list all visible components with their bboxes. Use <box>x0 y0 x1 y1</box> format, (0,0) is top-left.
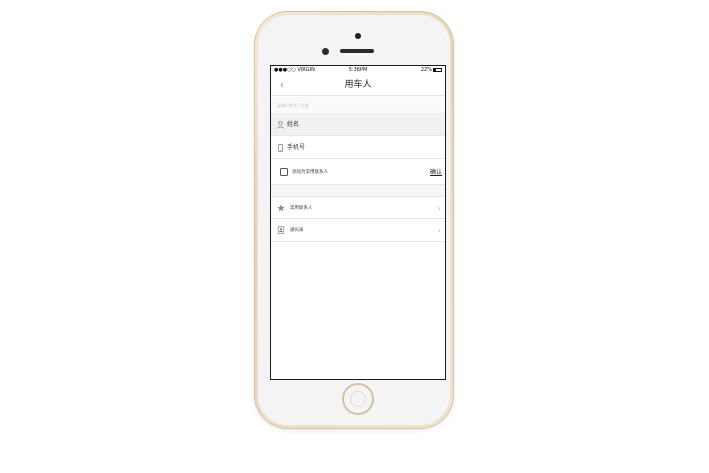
search-input[interactable] <box>277 100 427 110</box>
home-button[interactable] <box>342 383 374 415</box>
address-book-item[interactable]: 通讯录 › <box>271 219 445 242</box>
name-field[interactable]: 姓名 <box>271 114 445 136</box>
phone-face: ●●●○○ VIRGIN 5:36PM 22% 用车人 ‹ 姓名 <box>257 14 451 426</box>
battery-status: 22% <box>421 66 442 75</box>
camera-dot <box>355 33 361 39</box>
section-gap <box>271 185 445 196</box>
save-contact-row: 添加为常用联系人 确认 <box>271 161 445 185</box>
navigation-bar: 用车人 ‹ <box>271 75 445 96</box>
status-bar: ●●●○○ VIRGIN 5:36PM 22% <box>271 66 445 75</box>
status-time: 5:36PM <box>348 67 368 73</box>
star-icon <box>277 204 285 212</box>
save-contact-checkbox[interactable] <box>280 168 288 176</box>
frequent-contacts-label: 常用联系人 <box>290 206 313 211</box>
address-book-icon <box>277 226 285 234</box>
speaker-grille <box>340 49 374 53</box>
phone-frame: ●●●○○ VIRGIN 5:36PM 22% 用车人 ‹ 姓名 <box>254 11 454 429</box>
search-bar <box>271 97 445 114</box>
phone-field-label: 手机号 <box>287 144 306 151</box>
phone-number-field[interactable]: 手机号 <box>271 137 445 159</box>
chevron-right-icon: › <box>437 226 441 235</box>
battery-percent: 22% <box>420 67 432 73</box>
app-screen: ●●●○○ VIRGIN 5:36PM 22% 用车人 ‹ 姓名 <box>270 65 446 380</box>
front-camera <box>322 48 329 55</box>
chevron-right-icon: › <box>437 204 441 213</box>
person-icon <box>277 121 284 129</box>
frequent-contacts-item[interactable]: 常用联系人 › <box>271 196 445 219</box>
battery-icon <box>433 67 442 72</box>
save-contact-label: 添加为常用联系人 <box>292 170 328 175</box>
address-book-label: 通讯录 <box>290 228 304 233</box>
page-title: 用车人 <box>344 80 372 90</box>
mobile-phone-icon <box>278 144 283 152</box>
back-button[interactable]: ‹ <box>276 78 288 92</box>
name-field-label: 姓名 <box>287 121 300 128</box>
confirm-button[interactable]: 确认 <box>430 169 442 177</box>
